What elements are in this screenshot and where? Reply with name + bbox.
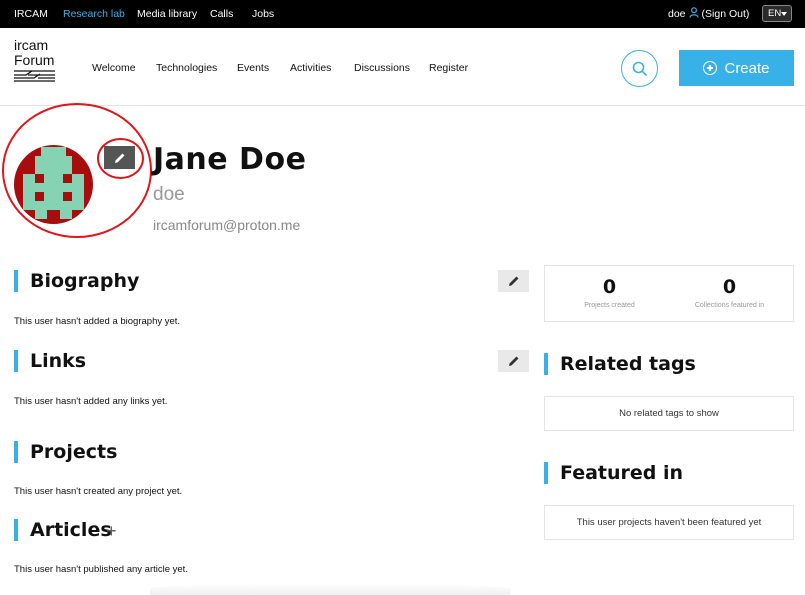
edit-biography-button[interactable] (498, 270, 529, 292)
search-button[interactable] (621, 50, 658, 87)
identicon-avatar (23, 147, 84, 219)
user-name[interactable]: doe (668, 8, 686, 20)
topbar-link-research-lab[interactable]: Research lab (63, 8, 125, 20)
featured-in-text: This user projects haven't been featured… (576, 517, 762, 528)
featured-in-box: This user projects haven't been featured… (544, 505, 794, 540)
nav-discussions[interactable]: Discussions (354, 62, 410, 74)
nav-welcome[interactable]: Welcome (92, 62, 136, 74)
stat-collections-featured: 0 Collections featured in (667, 276, 792, 309)
articles-heading: Articles (14, 519, 112, 541)
topbar-link-media-library[interactable]: Media library (137, 8, 197, 20)
featured-in-heading: Featured in (544, 462, 683, 484)
related-tags-box: No related tags to show (544, 396, 794, 431)
sign-out-link[interactable]: (Sign Out) (702, 8, 750, 20)
logo-line1: ircam (14, 37, 49, 53)
articles-text: This user hasn't published any article y… (14, 564, 188, 575)
related-tags-heading: Related tags (544, 353, 696, 375)
add-article-button[interactable]: + (106, 521, 117, 542)
profile-name: Jane Doe (153, 142, 307, 177)
nav-activities[interactable]: Activities (290, 62, 331, 74)
biography-heading: Biography (14, 270, 139, 292)
biography-text: This user hasn't added a biography yet. (14, 316, 181, 327)
avatar (14, 145, 93, 224)
stat-projects-created: 0 Projects created (547, 276, 672, 309)
language-value: EN (768, 8, 782, 19)
stats-box: 0 Projects created 0 Collections feature… (544, 265, 794, 322)
topbar-link-ircam[interactable]: IRCAM (14, 8, 48, 20)
nav-technologies[interactable]: Technologies (156, 62, 217, 74)
projects-text: This user hasn't created any project yet… (14, 486, 183, 497)
edit-links-button[interactable] (498, 350, 529, 372)
create-button[interactable]: Create (679, 50, 794, 86)
links-heading: Links (14, 350, 86, 372)
nav-register[interactable]: Register (429, 62, 468, 74)
chevron-down-icon (781, 12, 787, 16)
stat-label: Projects created (584, 302, 635, 309)
pencil-icon (508, 276, 518, 286)
scroll-shadow (150, 583, 510, 595)
stat-value: 0 (602, 276, 617, 298)
pencil-icon (114, 153, 124, 163)
topbar-link-calls[interactable]: Calls (210, 8, 233, 20)
links-text: This user hasn't added any links yet. (14, 396, 168, 407)
stat-value: 0 (722, 276, 737, 298)
top-bar: IRCAM Research lab Media library Calls J… (0, 0, 805, 28)
projects-heading: Projects (14, 441, 117, 463)
nav-events[interactable]: Events (237, 62, 269, 74)
user-menu[interactable]: doe (Sign Out) (668, 7, 749, 21)
related-tags-text: No related tags to show (619, 408, 719, 419)
create-label: Create (724, 59, 770, 77)
pencil-icon (508, 356, 518, 366)
profile-username: doe (153, 184, 185, 205)
main-header: ircam Forum Welcome Technologies Events … (0, 28, 805, 106)
ircam-forum-logo[interactable]: ircam Forum (14, 38, 58, 85)
edit-avatar-button[interactable] (104, 146, 135, 169)
plus-circle-icon (703, 61, 718, 75)
profile-email: ircamforum@proton.me (153, 217, 301, 233)
stat-label: Collections featured in (694, 302, 765, 309)
search-icon (632, 61, 647, 76)
logo-waves-icon (14, 70, 55, 82)
user-icon (688, 7, 699, 21)
language-select[interactable]: EN (762, 5, 792, 22)
logo-line2: Forum (14, 52, 55, 68)
topbar-link-jobs[interactable]: Jobs (252, 8, 274, 20)
